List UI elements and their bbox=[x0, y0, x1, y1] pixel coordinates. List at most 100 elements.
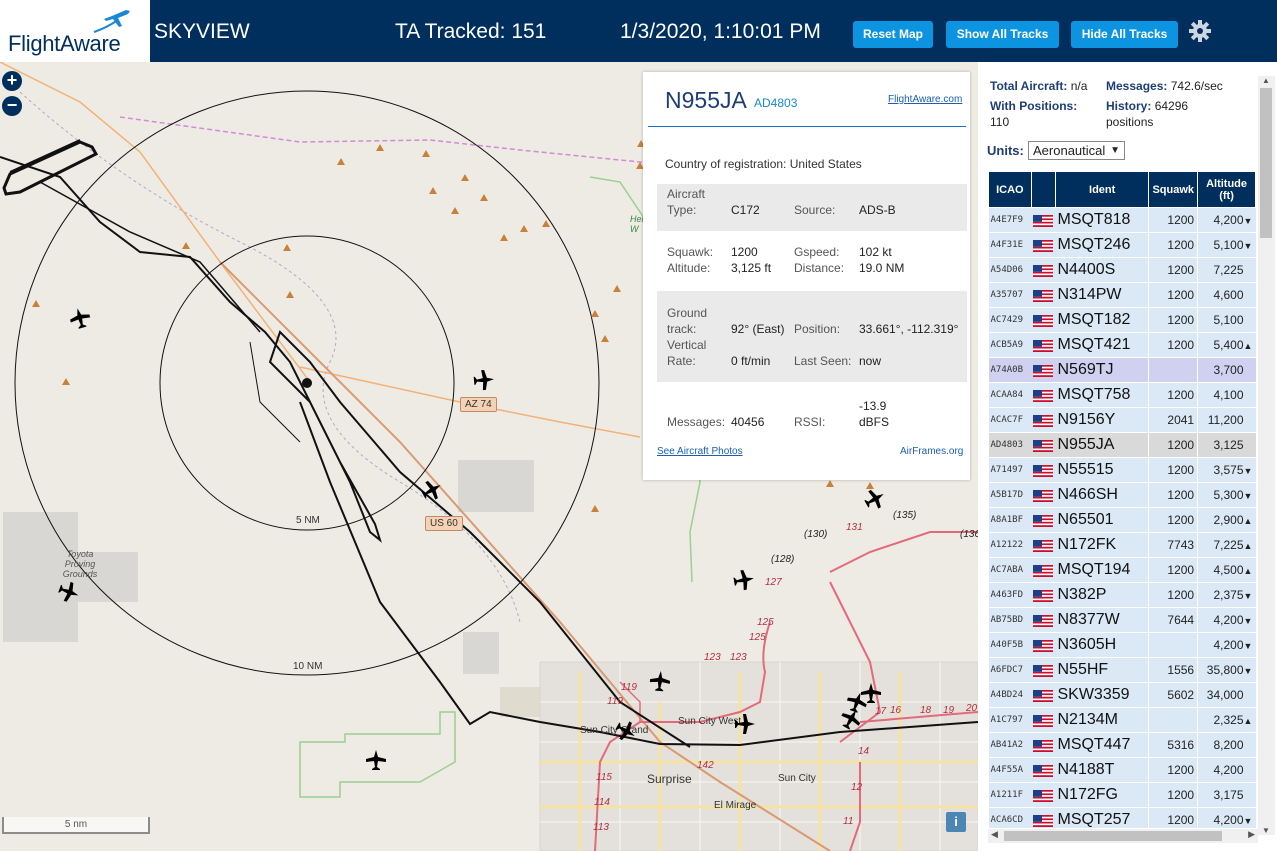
cell-flag bbox=[1031, 407, 1056, 433]
table-row[interactable]: AD4803 N955JA 1200 3,125 bbox=[988, 432, 1256, 458]
aircraft-icon[interactable] bbox=[420, 478, 444, 502]
zoom-in-button[interactable]: + bbox=[2, 71, 22, 91]
history-label: History: bbox=[1106, 99, 1152, 113]
units-dropdown[interactable]: Aeronautical ▼ bbox=[1028, 141, 1125, 160]
table-row[interactable]: A5B17D N466SH 1200 5,300▼ bbox=[988, 482, 1256, 508]
scroll-up-arrow-icon[interactable]: ▲ bbox=[1262, 76, 1270, 85]
rssi-value: -13.9 dBFS bbox=[859, 399, 890, 429]
scroll-right-arrow-icon[interactable]: ▶ bbox=[1248, 829, 1255, 840]
scrollbar-thumb[interactable] bbox=[1260, 88, 1272, 238]
positions-stat: With Positions: 110 bbox=[990, 98, 1100, 130]
table-row[interactable]: A40F5B N3605H 4,200▼ bbox=[988, 632, 1256, 658]
reset-map-button[interactable]: Reset Map bbox=[853, 21, 933, 48]
table-row[interactable]: AC7ABA MSQT194 1200 4,500▲ bbox=[988, 557, 1256, 583]
altitude-value: 4,600 bbox=[1213, 288, 1244, 302]
table-row[interactable]: ACB5A9 MSQT421 1200 5,400▲ bbox=[988, 332, 1256, 358]
table-row[interactable]: A74A0B N569TJ 3,700 bbox=[988, 357, 1256, 383]
aircraft-icon[interactable] bbox=[733, 712, 757, 736]
cell-squawk: 1200 bbox=[1148, 807, 1198, 828]
gspeed-label: Gspeed: bbox=[794, 245, 840, 259]
cell-flag bbox=[1031, 582, 1056, 608]
cell-icao: AC7ABA bbox=[988, 557, 1032, 583]
cell-ident: N955JA bbox=[1055, 432, 1149, 458]
table-row[interactable]: AB41A2 MSQT447 5316 8,200 bbox=[988, 732, 1256, 758]
table-row[interactable]: A54D06 N4400S 1200 7,225 bbox=[988, 257, 1256, 283]
table-row[interactable]: A4E7F9 MSQT818 1200 4,200▼ bbox=[988, 207, 1256, 233]
cell-altitude: 4,500▲ bbox=[1197, 557, 1256, 583]
hscrollbar-thumb[interactable] bbox=[1004, 831, 1222, 841]
altitude-value: 7,225 bbox=[1213, 263, 1244, 277]
column-header-icao[interactable]: ICAO bbox=[988, 171, 1032, 208]
table-row[interactable]: ACA6CD MSQT257 1200 4,200▼ bbox=[988, 807, 1256, 828]
us-flag-icon bbox=[1033, 390, 1054, 403]
table-row[interactable]: ACAA84 MSQT758 1200 4,100 bbox=[988, 382, 1256, 408]
table-row[interactable]: A4F31E MSQT246 1200 5,100▼ bbox=[988, 232, 1256, 258]
cell-altitude: 4,100 bbox=[1197, 382, 1256, 408]
altitude-value: 8,200 bbox=[1213, 738, 1244, 752]
scroll-left-arrow-icon[interactable]: ◀ bbox=[991, 829, 998, 840]
aircraft-icon[interactable] bbox=[732, 568, 756, 592]
source-value: ADS-B bbox=[859, 203, 896, 217]
table-row[interactable]: A463FD N382P 1200 2,375▼ bbox=[988, 582, 1256, 608]
flightaware-link[interactable]: FlightAware.com bbox=[888, 94, 962, 105]
see-aircraft-photos-link[interactable]: See Aircraft Photos bbox=[657, 446, 743, 457]
table-row[interactable]: ACAC7F N9156Y 2041 11,200 bbox=[988, 407, 1256, 433]
popup-hex-code[interactable]: AD4803 bbox=[754, 96, 797, 110]
altitude-trend-icon: ▲ bbox=[1243, 341, 1253, 351]
aircraft-icon[interactable] bbox=[648, 669, 672, 693]
cell-icao: A4F55A bbox=[988, 757, 1032, 783]
table-row[interactable]: A35707 N314PW 1200 4,600 bbox=[988, 282, 1256, 308]
header-bar: FlightAware SKYVIEW TA Tracked: 151 1/3/… bbox=[0, 0, 1277, 62]
column-header-squawk[interactable]: Squawk bbox=[1148, 171, 1199, 208]
scroll-down-arrow-icon[interactable]: ▼ bbox=[1262, 826, 1270, 835]
route-label: 142 bbox=[697, 760, 714, 771]
cell-flag bbox=[1031, 632, 1056, 658]
table-row[interactable]: AC7429 MSQT182 1200 5,100 bbox=[988, 307, 1256, 333]
aircraft-icon[interactable] bbox=[68, 306, 92, 330]
airframes-link[interactable]: AirFrames.org bbox=[900, 446, 963, 457]
column-header-altitude[interactable]: Altitude (ft) bbox=[1197, 171, 1256, 208]
column-header-ident[interactable]: Ident bbox=[1054, 171, 1150, 208]
route-label: (128) bbox=[771, 554, 795, 565]
vertical-scrollbar[interactable]: ▲ ▼ bbox=[1258, 76, 1275, 835]
table-row[interactable]: A1C797 N2134M 2,325▲ bbox=[988, 707, 1256, 733]
cell-icao: A463FD bbox=[988, 582, 1032, 608]
table-row[interactable]: A8A1BF N65501 1200 2,900▲ bbox=[988, 507, 1256, 533]
altitude-trend-icon: ▲ bbox=[1243, 716, 1253, 726]
aircraft-table-wrapper[interactable]: ICAO Ident Squawk Altitude (ft) A4E7F9 MS… bbox=[988, 171, 1258, 828]
table-row[interactable]: AB75BD N8377W 7644 4,200▼ bbox=[988, 607, 1256, 633]
distance-value: 19.0 NM bbox=[859, 261, 905, 275]
aircraft-icon[interactable] bbox=[863, 487, 887, 511]
table-row[interactable]: A4F55A N4188T 1200 4,200 bbox=[988, 757, 1256, 783]
gear-icon[interactable] bbox=[1188, 19, 1212, 43]
table-row[interactable]: A6FDC7 N55HF 1556 35,800▼ bbox=[988, 657, 1256, 683]
aircraft-icon[interactable] bbox=[57, 580, 81, 604]
table-row[interactable]: A71497 N55515 1200 3,575▼ bbox=[988, 457, 1256, 483]
hide-all-tracks-button[interactable]: Hide All Tracks bbox=[1071, 21, 1178, 48]
altitude-trend-icon: ▼ bbox=[1243, 241, 1253, 251]
route-label: 113 bbox=[593, 822, 609, 833]
cell-icao: A74A0B bbox=[988, 357, 1032, 383]
messages-value: 40456 bbox=[731, 415, 765, 429]
cell-altitude: 8,200 bbox=[1197, 732, 1256, 758]
horizontal-scrollbar[interactable]: ◀ ▶ bbox=[988, 829, 1258, 843]
table-row[interactable]: A1211F N172FG 1200 3,175 bbox=[988, 782, 1256, 808]
cell-flag bbox=[1031, 507, 1056, 533]
show-all-tracks-button[interactable]: Show All Tracks bbox=[946, 21, 1059, 48]
route-label: 18 bbox=[920, 705, 932, 716]
table-row[interactable]: A12122 N172FK 7743 7,225▲ bbox=[988, 532, 1256, 558]
aircraft-icon[interactable] bbox=[614, 719, 638, 743]
map-info-button[interactable]: i bbox=[946, 812, 966, 832]
route-label: 16 bbox=[890, 705, 902, 716]
table-row[interactable]: A4BD24 SKW3359 5602 34,000 bbox=[988, 682, 1256, 708]
aircraft-icon[interactable] bbox=[839, 707, 863, 731]
messages-label: Messages: bbox=[667, 415, 726, 429]
positions-value: 110 bbox=[990, 115, 1010, 129]
aircraft-icon[interactable] bbox=[472, 368, 496, 392]
plane-logo-icon bbox=[93, 10, 130, 33]
zoom-out-button[interactable]: − bbox=[2, 96, 22, 116]
flightaware-logo[interactable]: FlightAware bbox=[0, 0, 150, 62]
column-header-flag[interactable] bbox=[1030, 171, 1056, 208]
aircraft-icon[interactable] bbox=[364, 748, 388, 772]
cell-icao: AB75BD bbox=[988, 607, 1032, 633]
